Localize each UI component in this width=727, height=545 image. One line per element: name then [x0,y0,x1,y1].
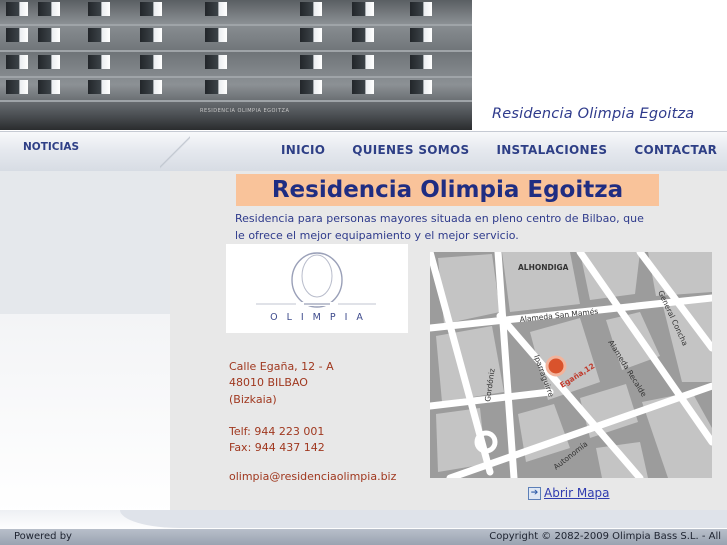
contact-address: Calle Egaña, 12 - A 48010 BILBAO (Bizkai… [229,359,419,457]
page-heading-box: Residencia Olimpia Egoitza [236,174,659,206]
page-heading: Residencia Olimpia Egoitza [271,177,624,203]
logo-text: OLIMPIA [270,312,372,323]
nav-item-noticias[interactable]: NOTICIAS [23,141,79,153]
footer-bar: Powered by Copyright © 2082-2009 Olimpia… [0,529,727,545]
address-phone: Telf: 944 223 001 [229,425,325,439]
nav-item-instalaciones[interactable]: INSTALACIONES [496,143,607,159]
nav-item-inicio[interactable]: INICIO [281,143,325,159]
map-street-alhondiga: ALHONDIGA [518,263,569,272]
email-link[interactable]: olimpia@residenciaolimpia.biz [229,472,419,482]
open-map-row: ➔ Abrir Mapa [528,485,610,501]
address-street: Calle Egaña, 12 - A [229,360,334,373]
email-link-clipped[interactable]: olimpia@residenciaolimpia.biz [229,472,419,482]
page: RESIDENCIA OLIMPIA EGOITZA Residencia Ol… [0,0,727,545]
street-map: ALHONDIGA Alameda San Mamés General Conc… [430,252,712,478]
site-title: Residencia Olimpia Egoitza [492,106,695,122]
location-map[interactable]: ALHONDIGA Alameda San Mamés General Conc… [430,252,712,478]
header-photo: RESIDENCIA OLIMPIA EGOITZA [0,0,472,130]
address-province: (Bizkaia) [229,392,277,406]
address-fax: Fax: 944 437 142 [229,441,325,455]
olimpia-logo: OLIMPIA [226,244,408,333]
footer-powered-by: Powered by [14,531,72,542]
bottom-swoosh [0,510,727,530]
left-sidebar [0,171,170,314]
nav-item-quienes-somos[interactable]: QUIENES SOMOS [352,143,469,159]
arrow-right-icon[interactable]: ➔ [528,486,541,500]
open-map-link[interactable]: Abrir Mapa [544,486,610,500]
footer-copyright: Copyright © 2082-2009 Olimpia Bass S.L. … [489,531,721,542]
left-sidebar-fade [0,314,170,514]
photo-sign: RESIDENCIA OLIMPIA EGOITZA [200,108,290,114]
main-nav: INICIO QUIENES SOMOS INSTALACIONES CONTA… [281,143,717,159]
address-city: 48010 BILBAO [229,376,308,390]
nav-item-contactar[interactable]: CONTACTAR [634,143,717,159]
intro-text: Residencia para personas mayores situada… [235,212,644,242]
